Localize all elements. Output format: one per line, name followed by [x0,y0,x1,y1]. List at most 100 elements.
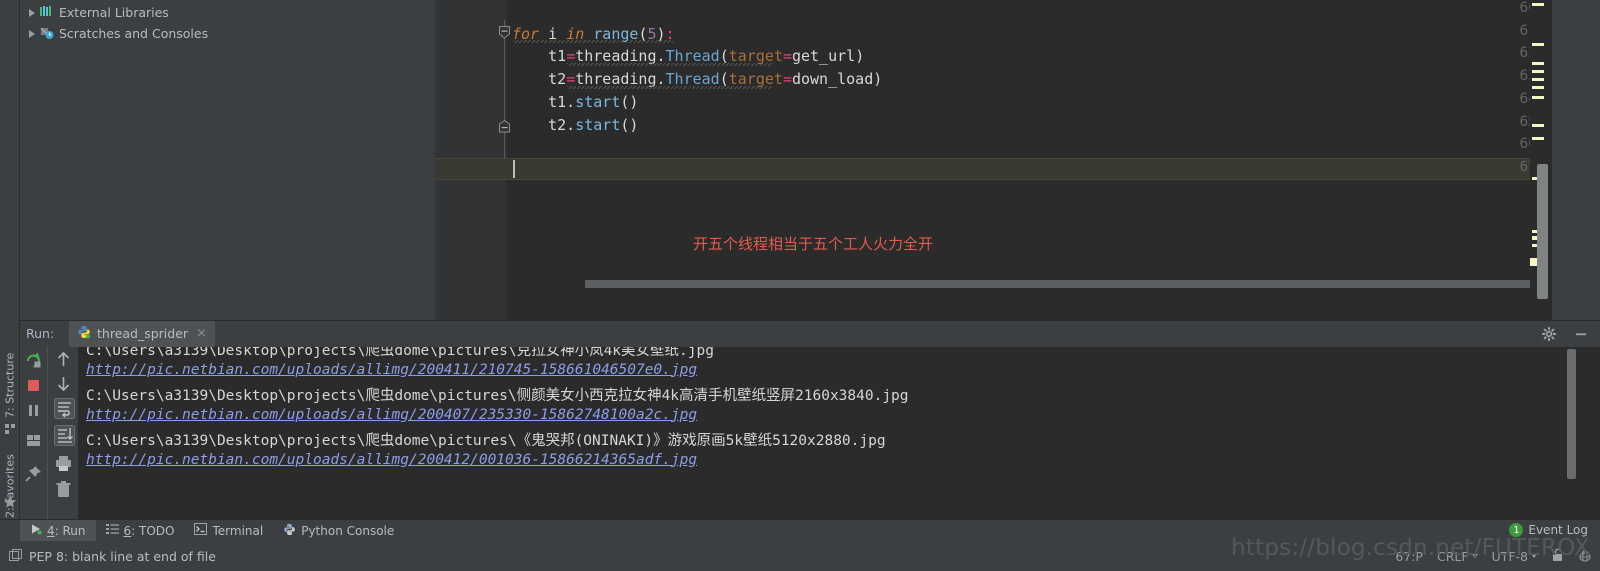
code-line-65[interactable]: t2.start() [512,114,638,137]
warning-marker[interactable] [1532,124,1544,127]
code-token: t2 [512,70,567,89]
code-text-area[interactable]: for i in range(5): t1=threading.Thread(t… [507,0,1565,320]
fold-region-line [504,20,505,170]
inspection-squiggle [513,40,673,43]
code-token: t2. [512,115,576,134]
code-editor[interactable]: 60 61 62 63 64 65 66 67 for i in range(5… [435,0,1565,320]
rerun-icon[interactable] [24,351,43,370]
tab-terminal-label: Terminal [212,523,264,538]
terminal-icon [194,523,208,538]
encoding-label: UTF-8 [1491,548,1528,564]
warning-marker[interactable] [1532,43,1544,46]
tree-item-external-libraries[interactable]: External Libraries [20,2,435,23]
warning-marker[interactable] [1532,78,1544,81]
console-link[interactable]: http://pic.netbian.com/uploads/allimg/20… [86,452,697,468]
scroll-up-icon[interactable] [54,350,73,369]
run-label: Run: [26,326,55,341]
tree-label-scratches-and-consoles: Scratches and Consoles [59,26,209,41]
console-line: C:\Users\a3139\Desktop\projects\爬虫dome\p… [86,347,714,359]
code-token: ) [855,47,865,66]
editor-right-edge [1552,0,1600,320]
tab-todo[interactable]: 6: TODO [96,520,185,542]
editor-hscrollbar-track[interactable] [507,280,1555,304]
print-icon[interactable] [54,454,73,473]
pause-icon[interactable] [24,401,43,420]
run-tab-thread-sprider[interactable]: thread_sprider × [69,321,215,347]
pin-icon[interactable] [24,464,43,483]
warning-marker[interactable] [1532,137,1544,140]
console-link[interactable]: http://pic.netbian.com/uploads/allimg/20… [86,407,697,423]
tab-run[interactable]: 4: Run [20,519,96,542]
editor-hscrollbar-thumb[interactable] [585,280,1530,288]
editor-vscrollbar-thumb[interactable] [1537,164,1548,299]
gear-icon[interactable] [1541,326,1557,345]
console-vscrollbar-thumb[interactable] [1567,349,1576,479]
encoding-selector[interactable]: UTF-8 [1492,549,1537,564]
python-file-icon [77,324,91,343]
trash-icon[interactable] [54,480,73,499]
run-tool-window: Run: thread_sprider × C:\Users\a3139\Des… [20,320,1600,520]
code-token: t1 [512,47,567,66]
code-token: ) [873,70,883,89]
bottom-tool-tabs: 4: Run 6: TODO Terminal Python Console [0,519,1600,542]
event-log-badge: 1 [1509,523,1524,537]
warning-marker[interactable] [1532,70,1544,73]
layout-icon[interactable] [24,431,43,450]
tab-python-console[interactable]: Python Console [273,520,404,542]
scroll-to-end-icon[interactable] [54,425,75,446]
console-line: C:\Users\a3139\Desktop\projects\爬虫dome\p… [86,388,909,404]
event-log-button[interactable]: 1 Event Log [1509,519,1588,541]
code-token: () [620,115,639,134]
tomcat-icon[interactable] [1578,547,1592,566]
warning-marker[interactable] [1532,96,1544,99]
project-tree-pane: External Libraries Scratches and Console… [20,0,435,320]
stop-icon[interactable] [24,376,43,395]
run-header-actions [1541,326,1588,345]
editor-annotation-text: 开五个线程相当于五个工人火力全开 [693,235,934,253]
code-token: = [782,47,792,66]
scroll-down-icon[interactable] [54,374,73,393]
tab-python-console-label: Python Console [301,523,395,538]
tab-run-label: : Run [54,523,86,538]
tree-label-external-libraries: External Libraries [59,5,169,20]
code-token: () [620,92,639,111]
structure-label: 7: Structure [3,352,17,418]
close-icon[interactable]: × [196,327,207,340]
pycharm-ide-window: 7: Structure 2: Favorites External Libra… [0,0,1600,571]
tab-run-number: 4 [47,523,55,538]
minimize-icon[interactable] [1574,326,1588,345]
console-link[interactable]: http://pic.netbian.com/uploads/allimg/20… [86,362,697,378]
run-console-output[interactable]: C:\Users\a3139\Desktop\projects\爬虫dome\p… [78,347,1578,520]
console-right-gutter [1578,347,1600,520]
tool-window-structure[interactable]: 7: Structure [0,330,20,418]
chevron-right-icon[interactable] [26,27,39,40]
run-toolbar-left [20,347,47,520]
chevron-down-icon [1471,554,1478,558]
line-separator-selector[interactable]: CRLF [1437,549,1478,564]
structure-icon [4,420,16,434]
warning-marker[interactable] [1532,62,1544,65]
unlock-icon[interactable] [1551,547,1564,566]
code-line-64[interactable]: t1.start() [512,91,638,114]
code-token: = [782,70,792,89]
status-bar: PEP 8: blank line at end of file 67:P CR… [0,541,1600,571]
status-message: PEP 8: blank line at end of file [29,548,216,564]
caret-position-label: 67:P [1395,548,1423,564]
caret-position[interactable]: 67:P [1395,549,1423,564]
code-token: t1. [512,92,576,111]
inspection-icon[interactable] [9,547,22,566]
tree-item-scratches-and-consoles[interactable]: Scratches and Consoles [20,23,435,44]
warning-marker[interactable] [1532,3,1544,6]
tab-todo-number: 6 [123,523,132,538]
inspection-squiggle [567,86,772,89]
warning-marker[interactable] [1532,86,1544,89]
chevron-right-icon[interactable] [26,6,39,19]
console-line: C:\Users\a3139\Desktop\projects\爬虫dome\p… [86,433,886,449]
python-icon [283,523,296,539]
code-token: start [575,92,621,111]
tab-terminal[interactable]: Terminal [184,520,273,542]
library-bars-icon [39,5,56,20]
star-icon [3,494,17,508]
soft-wrap-icon[interactable] [54,398,75,419]
run-tab-label: thread_sprider [97,326,189,341]
